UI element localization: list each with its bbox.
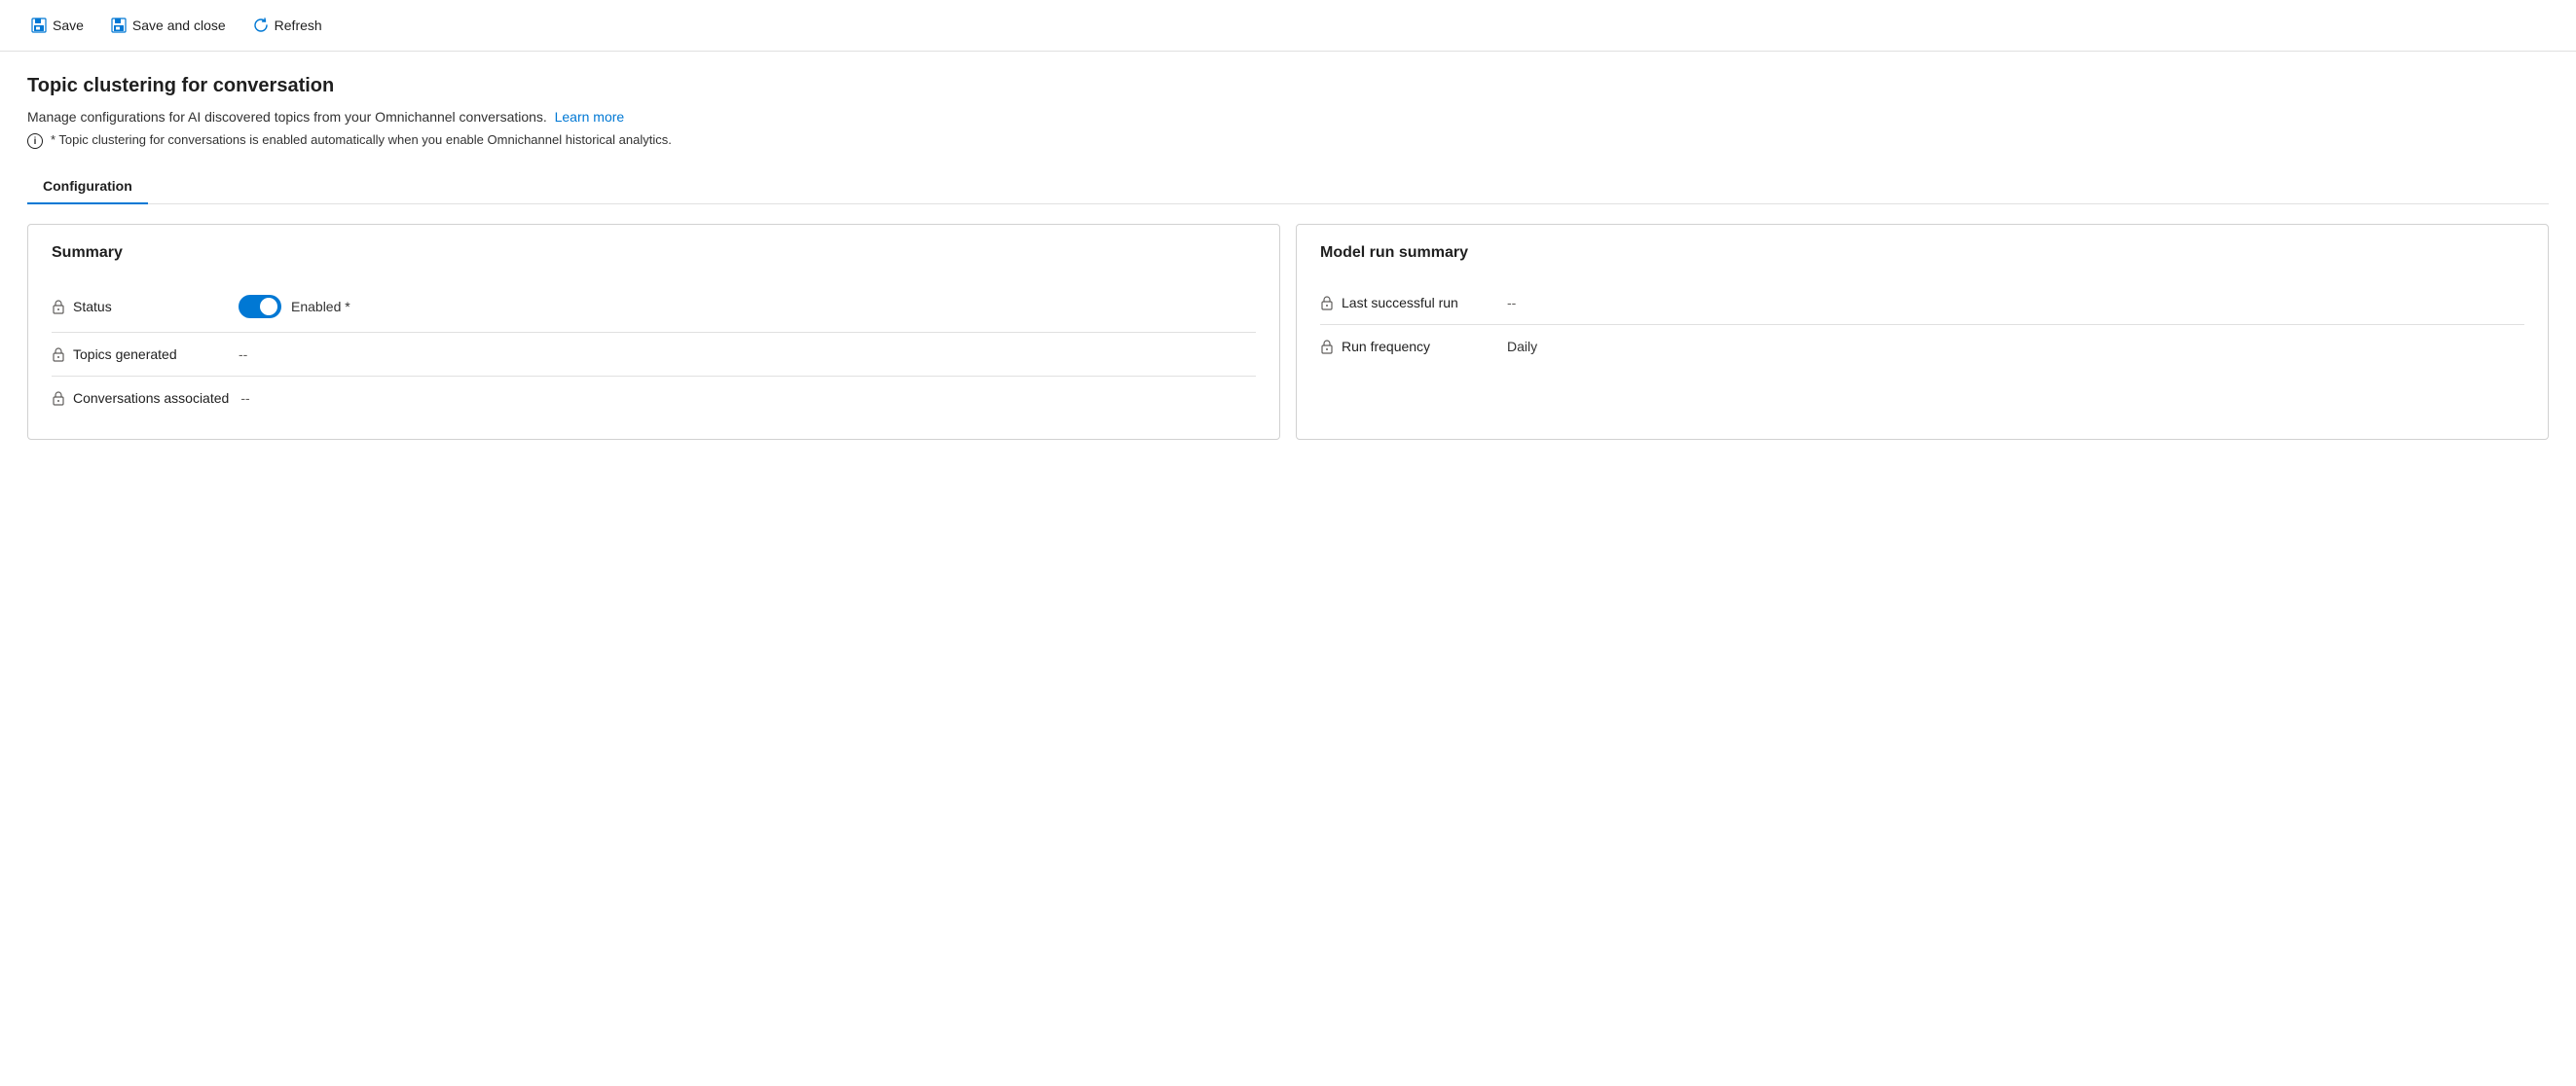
run-frequency-label: Run frequency [1320,339,1495,354]
toggle-label: Enabled * [291,299,350,314]
save-and-close-icon [111,18,127,33]
refresh-button[interactable]: Refresh [241,12,334,39]
run-frequency-field-label: Run frequency [1342,339,1430,354]
topics-generated-field-label: Topics generated [73,346,177,362]
save-and-close-label: Save and close [132,18,226,33]
conversations-associated-label: Conversations associated [52,390,229,406]
tab-configuration[interactable]: Configuration [27,168,148,203]
last-successful-run-field-row: Last successful run -- [1320,281,2524,325]
info-icon: i [27,133,43,149]
save-and-close-button[interactable]: Save and close [99,12,238,39]
conversations-lock-icon [52,390,65,406]
toolbar: Save Save and close Refresh [0,0,2576,52]
topics-generated-field-row: Topics generated -- [52,333,1256,377]
model-run-card-title: Model run summary [1320,244,2524,262]
refresh-icon [253,18,269,33]
description-text: Manage configurations for AI discovered … [27,109,547,125]
topics-generated-value: -- [239,346,247,362]
status-field-label: Status [73,299,112,314]
status-toggle[interactable] [239,295,281,318]
page-description: Manage configurations for AI discovered … [27,109,2549,125]
page-title: Topic clustering for conversation [27,75,2549,97]
status-field-row: Status Enabled * [52,281,1256,333]
topics-lock-icon [52,346,65,362]
last-successful-run-field-label: Last successful run [1342,295,1458,310]
conversations-associated-field-label: Conversations associated [73,390,229,406]
tabs-container: Configuration [27,168,2549,204]
save-icon [31,18,47,33]
last-run-lock-icon [1320,295,1334,310]
run-frequency-value: Daily [1507,339,1537,354]
note-text: * Topic clustering for conversations is … [51,132,672,147]
run-frequency-lock-icon [1320,339,1334,354]
model-run-card: Model run summary Last successful run -- [1296,224,2549,440]
last-successful-run-label: Last successful run [1320,295,1495,310]
summary-card-title: Summary [52,244,1256,262]
conversations-associated-value: -- [240,390,249,406]
conversations-associated-field-row: Conversations associated -- [52,377,1256,419]
learn-more-link[interactable]: Learn more [555,109,625,125]
save-button[interactable]: Save [19,12,95,39]
main-content: Topic clustering for conversation Manage… [0,52,2576,463]
tab-configuration-label: Configuration [43,178,132,194]
status-label: Status [52,299,227,314]
run-frequency-field-row: Run frequency Daily [1320,325,2524,368]
info-note: i * Topic clustering for conversations i… [27,132,2549,149]
refresh-label: Refresh [275,18,322,33]
topics-generated-label: Topics generated [52,346,227,362]
save-label: Save [53,18,84,33]
summary-card: Summary Status [27,224,1280,440]
toggle-container: Enabled * [239,295,350,318]
cards-row: Summary Status [27,224,2549,440]
status-lock-icon [52,299,65,314]
last-successful-run-value: -- [1507,295,1516,310]
